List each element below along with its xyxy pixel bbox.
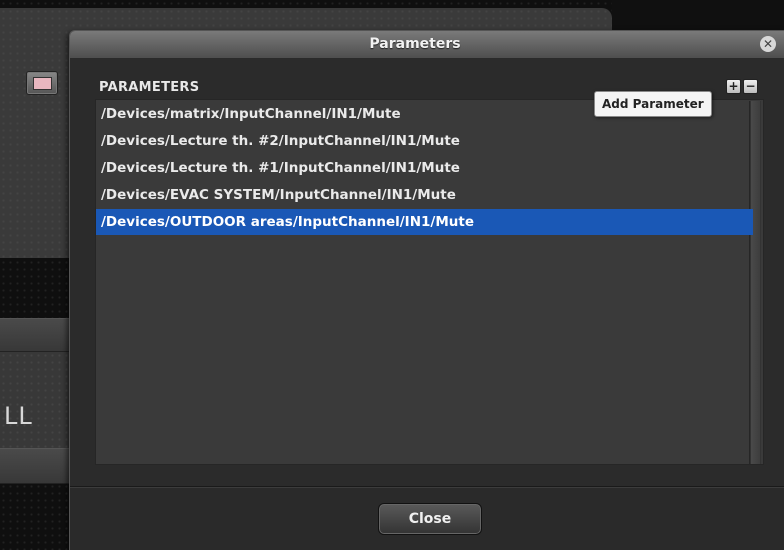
list-item[interactable]: /Devices/EVAC SYSTEM/InputChannel/IN1/Mu… xyxy=(96,182,753,208)
parameters-dialog: Parameters ✕ PARAMETERS + − /Devices/mat… xyxy=(69,30,784,550)
close-button[interactable]: Close xyxy=(378,503,482,535)
section-label: PARAMETERS xyxy=(99,80,200,95)
list-item-selected[interactable]: /Devices/OUTDOOR areas/InputChannel/IN1/… xyxy=(96,209,753,235)
close-icon[interactable]: ✕ xyxy=(760,36,776,52)
list-item[interactable]: /Devices/Lecture th. #1/InputChannel/IN1… xyxy=(96,155,753,181)
list-item[interactable]: /Devices/Lecture th. #2/InputChannel/IN1… xyxy=(96,128,753,154)
dialog-titlebar[interactable]: Parameters ✕ xyxy=(70,31,784,59)
color-swatch-icon xyxy=(33,77,52,90)
background-color-button[interactable] xyxy=(26,71,58,95)
background-all-block xyxy=(0,352,70,448)
add-parameter-tooltip: Add Parameter xyxy=(594,91,712,117)
dialog-title: Parameters xyxy=(369,36,461,52)
add-parameter-button[interactable]: + xyxy=(726,79,741,94)
background-all-label[interactable]: LL xyxy=(4,402,33,430)
background-strip xyxy=(0,448,70,484)
background-strip xyxy=(0,318,70,352)
remove-parameter-button[interactable]: − xyxy=(743,79,758,94)
background-dark-region xyxy=(612,0,784,30)
